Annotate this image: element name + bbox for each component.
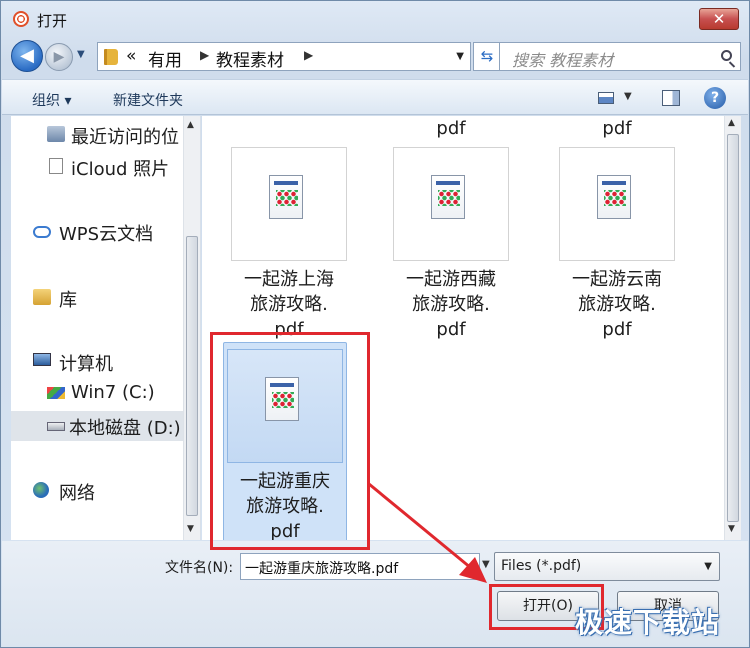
sidebar-item-drive-d[interactable]: 本地磁盘 (D:) (11, 411, 187, 441)
crumb-overflow[interactable]: « (126, 46, 136, 66)
icloud-photos-icon (49, 158, 63, 174)
highlight-box-selected-file (210, 332, 370, 550)
refresh-icon[interactable]: ⇆ (473, 42, 501, 71)
file-thumbnail (393, 147, 509, 261)
sidebar-item-label: iCloud 照片 (71, 159, 170, 180)
sidebar-item-label: 本地磁盘 (D:) (69, 418, 181, 439)
filename-input[interactable]: 一起游重庆旅游攻略.pdf (240, 553, 480, 580)
scroll-up-icon[interactable]: ▲ (187, 120, 194, 130)
preview-pane-icon[interactable] (662, 90, 680, 106)
file-item[interactable]: 一起游云南 旅游攻略. pdf (555, 147, 679, 342)
file-name-line: 一起游西藏 (406, 269, 496, 290)
command-bar: 组织 ▾ 新建文件夹 ▼ ? (2, 79, 748, 115)
address-bar[interactable]: « 有用 ▶ 教程素材 ▶ ▼ (97, 42, 471, 71)
search-placeholder: 搜索 教程素材 (512, 51, 614, 70)
file-name-line: pdf (436, 319, 466, 340)
file-partial-label: pdf (436, 118, 466, 139)
pdf-file-icon (269, 175, 303, 219)
breadcrumb-item[interactable]: 有用 (148, 46, 182, 71)
wps-cloud-icon (33, 226, 51, 238)
chevron-right-icon[interactable]: ▶ (304, 48, 313, 62)
file-name-line: pdf (602, 319, 632, 340)
drive-c-icon (47, 387, 65, 399)
sidebar-item-computer[interactable]: 计算机 (11, 347, 187, 377)
drive-d-icon (47, 422, 65, 431)
network-icon (33, 482, 49, 498)
forward-button[interactable]: ▶ (45, 43, 73, 71)
pdf-file-icon (431, 175, 465, 219)
file-name-line: 旅游攻略. (412, 294, 490, 315)
navigation-pane: 最近访问的位 iCloud 照片 WPS云文档 库 计算机 Win7 (C:) … (11, 116, 201, 540)
recent-places-icon (47, 126, 65, 142)
app-icon (13, 11, 29, 27)
file-partial-label: pdf (602, 118, 632, 139)
filename-label: 文件名(N): (165, 560, 234, 576)
breadcrumb-item[interactable]: 教程素材 (216, 46, 284, 71)
organize-button[interactable]: 组织 ▾ (32, 90, 71, 110)
close-button[interactable]: ✕ (699, 8, 739, 30)
sidebar-item-label: WPS云文档 (59, 224, 154, 245)
file-type-select[interactable]: Files (*.pdf) ▼ (494, 552, 720, 581)
file-name-line: 一起游上海 (244, 269, 334, 290)
sidebar-item-label: 库 (59, 290, 77, 311)
chevron-down-icon: ▼ (704, 561, 712, 572)
open-file-dialog: 打开 ✕ ◀ ▶ ▼ « 有用 ▶ 教程素材 ▶ ▼ ⇆ 搜索 教程素材 组织 … (0, 0, 750, 648)
sidebar-item-network[interactable]: 网络 (11, 476, 187, 506)
sidebar-item-label: Win7 (C:) (71, 382, 155, 403)
sidebar-item-label: 计算机 (59, 354, 113, 375)
folder-icon (104, 49, 118, 65)
file-name-line: 一起游云南 (572, 269, 662, 290)
file-item[interactable]: 一起游上海 旅游攻略. pdf (227, 147, 351, 342)
file-type-value: Files (*.pdf) (501, 558, 582, 574)
scrollbar-thumb[interactable] (727, 134, 739, 522)
file-name-line: 旅游攻略. (250, 294, 328, 315)
nav-pane-scrollbar[interactable]: ▲ ▼ (183, 116, 200, 540)
file-name-line: 旅游攻略. (578, 294, 656, 315)
scroll-up-icon[interactable]: ▲ (728, 118, 735, 128)
file-thumbnail (559, 147, 675, 261)
sidebar-item-drive-c[interactable]: Win7 (C:) (11, 379, 187, 409)
sidebar-item-library[interactable]: 库 (11, 283, 187, 313)
title-bar[interactable]: 打开 ✕ (1, 1, 749, 37)
watermark-text: 极速下载站 (575, 606, 721, 639)
filename-dropdown-icon[interactable]: ▼ (482, 559, 490, 570)
view-options-icon[interactable] (598, 92, 614, 104)
sidebar-item-icloud[interactable]: iCloud 照片 (11, 152, 187, 182)
file-item[interactable]: 一起游西藏 旅游攻略. pdf (389, 147, 513, 342)
pdf-file-icon (597, 175, 631, 219)
computer-icon (33, 353, 51, 366)
new-folder-button[interactable]: 新建文件夹 (113, 90, 183, 110)
search-icon[interactable] (721, 50, 732, 61)
address-dropdown-icon[interactable]: ▼ (456, 51, 464, 62)
scrollbar-thumb[interactable] (186, 236, 198, 516)
recent-locations-dropdown-icon[interactable]: ▼ (77, 49, 85, 60)
window-title: 打开 (37, 12, 68, 30)
help-icon[interactable]: ? (704, 87, 726, 109)
library-icon (33, 289, 51, 305)
sidebar-item-label: 最近访问的位 (71, 127, 179, 148)
file-pane-scrollbar[interactable]: ▲ ▼ (724, 116, 741, 540)
chevron-right-icon[interactable]: ▶ (200, 48, 209, 62)
address-row: ◀ ▶ ▼ « 有用 ▶ 教程素材 ▶ ▼ ⇆ 搜索 教程素材 (11, 39, 741, 73)
back-button[interactable]: ◀ (11, 40, 43, 72)
sidebar-item-label: 网络 (59, 483, 95, 504)
search-input[interactable]: 搜索 教程素材 (499, 42, 741, 71)
file-thumbnail (231, 147, 347, 261)
scroll-down-icon[interactable]: ▼ (187, 524, 194, 534)
scroll-down-icon[interactable]: ▼ (728, 524, 735, 534)
sidebar-item-wps[interactable]: WPS云文档 (11, 217, 187, 247)
sidebar-item-recent[interactable]: 最近访问的位 (11, 120, 187, 150)
view-dropdown-icon[interactable]: ▼ (624, 91, 632, 102)
